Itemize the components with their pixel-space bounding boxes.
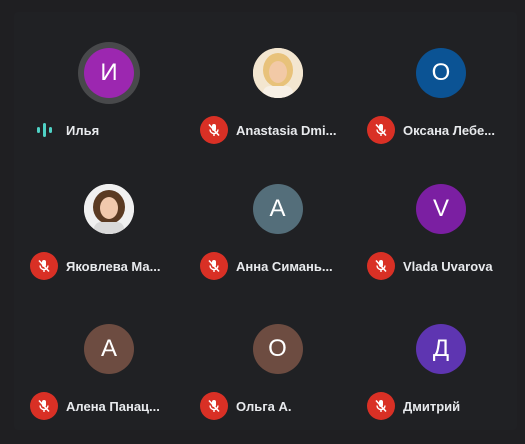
name-row: Дмитрий	[361, 392, 521, 420]
avatar	[84, 184, 134, 234]
participant-tile[interactable]: Anastasia Dmi...	[194, 32, 361, 168]
avatar-initial: И	[100, 59, 118, 86]
avatar-initial: А	[100, 335, 117, 362]
participants-grid: И Илья Anastasia Dmi... О Оксана Лебе...…	[24, 32, 524, 437]
participant-name: Дмитрий	[403, 398, 461, 414]
avatar	[252, 48, 303, 98]
participant-name: Илья	[66, 122, 100, 138]
name-row: Ольга А.	[194, 392, 361, 420]
participant-name: Оксана Лебе...	[403, 122, 496, 138]
participant-name: Vlada Uvarova	[403, 258, 493, 274]
audio-level-icon	[30, 116, 58, 144]
participant-tile[interactable]: А Анна Симань...	[194, 168, 361, 308]
mic-off-icon[interactable]	[367, 116, 395, 144]
participant-name: Анна Симань...	[236, 258, 333, 274]
avatar-initial: Д	[432, 335, 450, 362]
mic-off-icon[interactable]	[30, 252, 58, 280]
mic-off-icon[interactable]	[200, 392, 228, 420]
participant-tile[interactable]: О Ольга А.	[194, 308, 361, 444]
name-row: Яковлева Ма...	[24, 252, 194, 280]
name-row: Оксана Лебе...	[361, 116, 521, 144]
participants-panel: И Илья Anastasia Dmi... О Оксана Лебе...…	[14, 12, 517, 430]
profile-photo-icon	[252, 48, 303, 98]
name-row: Anastasia Dmi...	[194, 116, 361, 144]
mic-off-icon[interactable]	[30, 392, 58, 420]
participant-name: Яковлева Ма...	[66, 258, 161, 274]
mic-off-icon[interactable]	[367, 252, 395, 280]
avatar: V	[416, 184, 466, 234]
name-row: Илья	[24, 116, 194, 144]
participant-name: Алена Панац...	[66, 398, 160, 414]
participant-tile[interactable]: Д Дмитрий	[361, 308, 521, 444]
avatar: О	[416, 48, 466, 98]
profile-photo-icon	[84, 184, 134, 234]
participant-name: Ольга А.	[236, 398, 292, 414]
mic-off-icon[interactable]	[200, 116, 228, 144]
participant-tile[interactable]: V Vlada Uvarova	[361, 168, 521, 308]
participant-tile[interactable]: И Илья	[24, 32, 194, 168]
mic-off-icon[interactable]	[367, 392, 395, 420]
participant-tile[interactable]: Яковлева Ма...	[24, 168, 194, 308]
avatar: А	[252, 184, 303, 234]
name-row: Анна Симань...	[194, 252, 361, 280]
participant-tile[interactable]: О Оксана Лебе...	[361, 32, 521, 168]
avatar: И	[84, 48, 134, 98]
mic-off-icon[interactable]	[200, 252, 228, 280]
avatar: А	[84, 324, 134, 374]
participant-tile[interactable]: А Алена Панац...	[24, 308, 194, 444]
avatar-initial: О	[268, 335, 287, 362]
avatar: О	[252, 324, 303, 374]
meeting-window: И Илья Anastasia Dmi... О Оксана Лебе...…	[0, 0, 525, 433]
avatar-initial: А	[269, 195, 286, 222]
name-row: Vlada Uvarova	[361, 252, 521, 280]
avatar-initial: О	[431, 59, 451, 86]
avatar-initial: V	[432, 195, 449, 222]
avatar: Д	[416, 324, 466, 374]
participant-name: Anastasia Dmi...	[236, 122, 337, 138]
name-row: Алена Панац...	[24, 392, 194, 420]
